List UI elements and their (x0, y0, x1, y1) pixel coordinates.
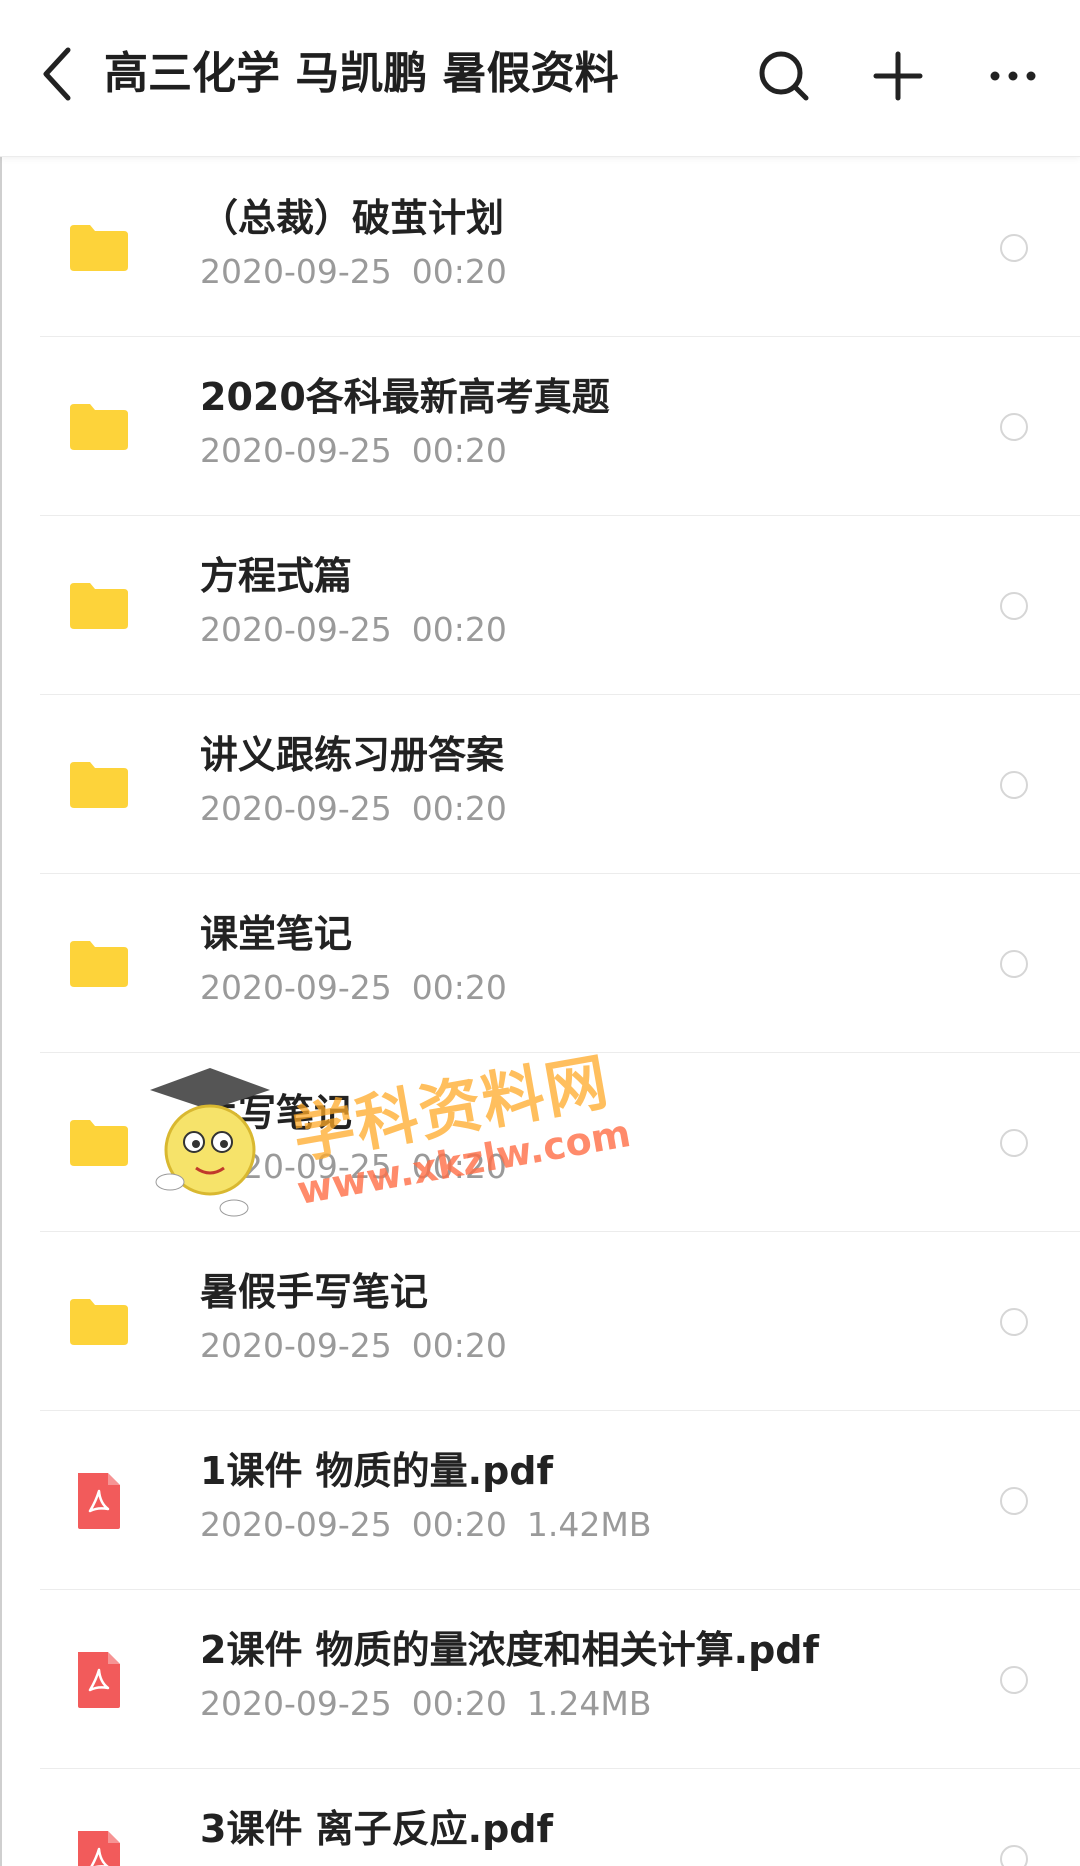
file-meta: 2020-09-25 00:20 1.42MB (200, 1503, 671, 1547)
chevron-left-icon (43, 47, 71, 101)
pdf-icon-wrap (66, 1647, 132, 1713)
folder-icon-wrap (66, 215, 132, 281)
file-name: 讲义跟练习册答案 (200, 733, 505, 777)
file-meta: 2020-09-25 00:20 (200, 1324, 527, 1368)
file-name: 1课件 物质的量.pdf (200, 1449, 554, 1493)
select-radio[interactable] (1000, 1665, 1028, 1694)
folder-icon (70, 403, 128, 450)
file-size: 1.24MB (526, 1684, 652, 1723)
select-radio[interactable] (1000, 770, 1028, 799)
file-time: 00:20 (411, 610, 507, 649)
more-horizontal-icon (990, 71, 1036, 81)
file-time: 00:20 (411, 1684, 507, 1723)
add-button[interactable] (862, 40, 934, 112)
select-radio[interactable] (1000, 591, 1028, 620)
folder-icon (70, 224, 128, 271)
file-time: 00:20 (411, 252, 507, 291)
folder-icon (70, 582, 128, 629)
folder-row[interactable]: 课堂笔记 2020-09-25 00:20 (0, 874, 1080, 1053)
select-radio[interactable] (1000, 233, 1028, 262)
file-time: 00:20 (411, 1147, 507, 1186)
file-name: 手写笔记 (200, 1091, 353, 1135)
file-date: 2020-09-25 (200, 1684, 392, 1723)
file-browser-screen: 高三化学 马凯鹏 暑假资料 （总裁）破茧计划 2020-09-25 00:20 202… (0, 0, 1080, 1866)
folder-row[interactable]: 讲义跟练习册答案 2020-09-25 00:20 (0, 695, 1080, 874)
folder-icon (70, 940, 128, 987)
plus-icon (873, 51, 923, 101)
file-time: 00:20 (411, 431, 507, 470)
file-meta: 2020-09-25 00:20 (200, 966, 527, 1010)
file-name: 暑假手写笔记 (200, 1270, 429, 1314)
file-row[interactable]: 1课件 物质的量.pdf 2020-09-25 00:20 1.42MB (0, 1411, 1080, 1590)
folder-row[interactable]: 手写笔记 2020-09-25 00:20 (0, 1053, 1080, 1232)
select-radio[interactable] (1000, 412, 1028, 441)
file-name: 课堂笔记 (200, 912, 353, 956)
folder-row[interactable]: 2020各科最新高考真题 2020-09-25 00:20 (0, 337, 1080, 516)
folder-icon (70, 761, 128, 808)
file-date: 2020-09-25 (200, 610, 392, 649)
file-meta: 2020-09-25 00:20 1.24MB (200, 1682, 671, 1726)
folder-icon-wrap (66, 752, 132, 818)
file-size: 1.42MB (526, 1505, 652, 1544)
file-time: 00:20 (411, 968, 507, 1007)
folder-icon-wrap (66, 1110, 132, 1176)
folder-icon-wrap (66, 394, 132, 460)
folder-icon-wrap (66, 931, 132, 997)
file-name: 3课件 离子反应.pdf (200, 1807, 554, 1851)
file-meta: 2020-09-25 00:20 (200, 429, 527, 473)
file-name: 2课件 物质的量浓度和相关计算.pdf (200, 1628, 820, 1672)
file-date: 2020-09-25 (200, 789, 392, 828)
file-time: 00:20 (411, 1326, 507, 1365)
pdf-file-icon (78, 1651, 120, 1708)
file-date: 2020-09-25 (200, 968, 392, 1007)
back-button[interactable] (28, 38, 88, 110)
folder-icon-wrap (66, 573, 132, 639)
file-time: 00:20 (411, 789, 507, 828)
file-date: 2020-09-25 (200, 1326, 392, 1365)
file-name: 2020各科最新高考真题 (200, 375, 610, 419)
file-row[interactable]: 3课件 离子反应.pdf (0, 1769, 1080, 1866)
file-row[interactable]: 2课件 物质的量浓度和相关计算.pdf 2020-09-25 00:20 1.24MB (0, 1590, 1080, 1769)
pdf-file-icon (78, 1472, 120, 1529)
pdf-icon-wrap (66, 1468, 132, 1534)
top-bar: 高三化学 马凯鹏 暑假资料 (0, 0, 1080, 157)
file-meta: 2020-09-25 00:20 (200, 250, 527, 294)
more-button[interactable] (977, 40, 1049, 112)
file-meta: 2020-09-25 00:20 (200, 1145, 527, 1189)
file-date: 2020-09-25 (200, 252, 392, 291)
folder-row[interactable]: （总裁）破茧计划 2020-09-25 00:20 (0, 158, 1080, 337)
file-name: （总裁）破茧计划 (200, 196, 505, 240)
file-date: 2020-09-25 (200, 431, 392, 470)
select-radio[interactable] (1000, 949, 1028, 978)
page-title: 高三化学 马凯鹏 暑假资料 (104, 48, 619, 99)
file-date: 2020-09-25 (200, 1505, 392, 1544)
pdf-file-icon (78, 1830, 120, 1866)
file-name: 方程式篇 (200, 554, 353, 598)
select-radio[interactable] (1000, 1128, 1028, 1157)
search-icon (759, 51, 809, 101)
pdf-icon-wrap (66, 1826, 132, 1866)
folder-icon (70, 1298, 128, 1345)
folder-row[interactable]: 方程式篇 2020-09-25 00:20 (0, 516, 1080, 695)
search-button[interactable] (748, 40, 820, 112)
select-radio[interactable] (1000, 1486, 1028, 1515)
file-time: 00:20 (411, 1505, 507, 1544)
file-list: （总裁）破茧计划 2020-09-25 00:20 2020各科最新高考真题 2020-… (0, 158, 1080, 1866)
select-radio[interactable] (1000, 1844, 1028, 1866)
select-radio[interactable] (1000, 1307, 1028, 1336)
file-date: 2020-09-25 (200, 1147, 392, 1186)
file-meta: 2020-09-25 00:20 (200, 787, 527, 831)
folder-icon-wrap (66, 1289, 132, 1355)
file-meta: 2020-09-25 00:20 (200, 608, 527, 652)
folder-row[interactable]: 暑假手写笔记 2020-09-25 00:20 (0, 1232, 1080, 1411)
folder-icon (70, 1119, 128, 1166)
